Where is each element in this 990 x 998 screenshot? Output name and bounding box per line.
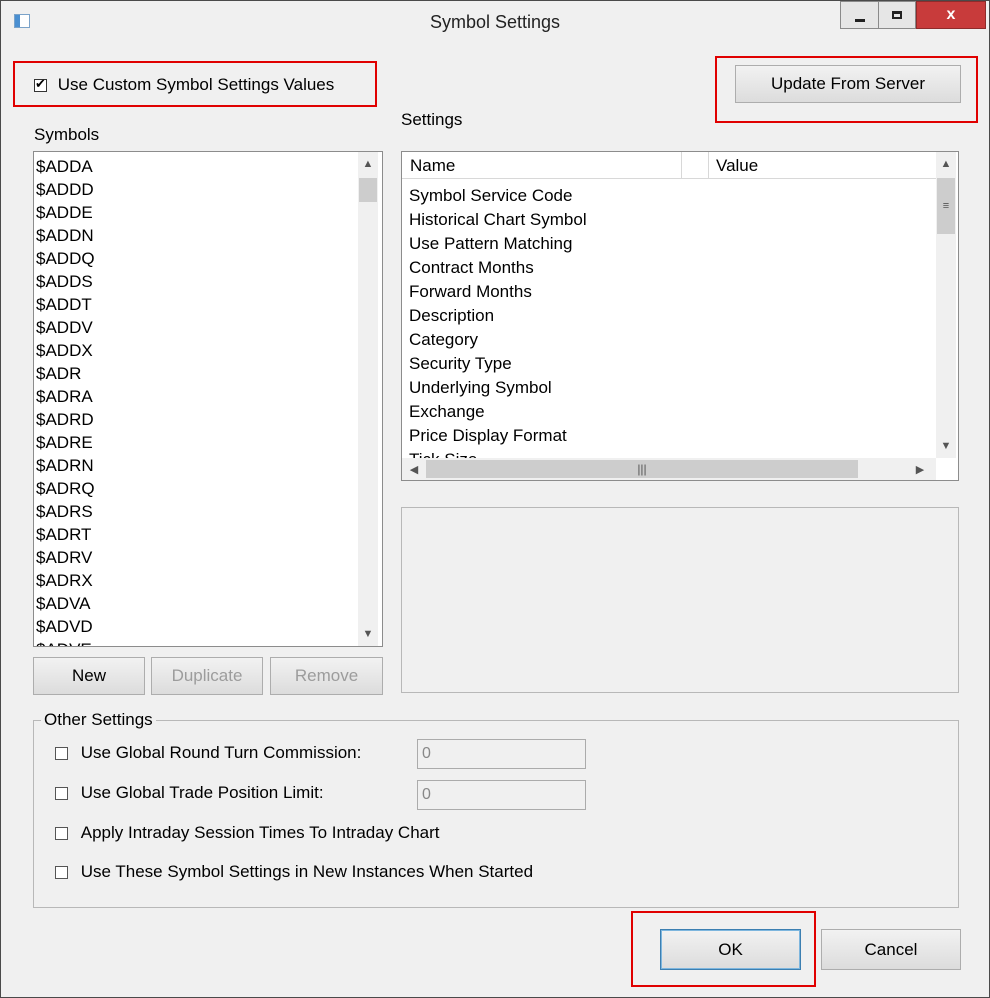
symbols-scrollbar[interactable]: ▲ ▼ bbox=[358, 152, 378, 646]
custom-settings-checkbox[interactable] bbox=[34, 76, 47, 93]
close-button[interactable]: x bbox=[916, 1, 986, 29]
symbol-list-item[interactable]: $ADRA bbox=[34, 385, 358, 408]
column-header-name[interactable]: Name bbox=[410, 156, 455, 176]
column-divider bbox=[681, 152, 682, 178]
settings-vscrollbar[interactable]: ▲ ≡ ▼ bbox=[936, 152, 956, 458]
symbol-settings-dialog: Symbol Settings x Use Custom Symbol Sett… bbox=[0, 0, 990, 998]
intraday-session-checkbox[interactable] bbox=[55, 827, 68, 841]
column-header-value[interactable]: Value bbox=[716, 156, 758, 176]
scroll-left-icon[interactable]: ◀ bbox=[404, 459, 424, 479]
symbol-list-item[interactable]: $ADRT bbox=[34, 523, 358, 546]
trade-position-limit-checkbox[interactable] bbox=[55, 787, 68, 801]
settings-row[interactable]: Security Type bbox=[402, 352, 936, 376]
settings-row[interactable]: Underlying Symbol bbox=[402, 376, 936, 400]
title-bar[interactable]: Symbol Settings x bbox=[1, 1, 989, 43]
settings-row[interactable]: Use Pattern Matching bbox=[402, 232, 936, 256]
symbol-list-item[interactable]: $ADRX bbox=[34, 569, 358, 592]
settings-row[interactable]: Historical Chart Symbol bbox=[402, 208, 936, 232]
update-from-server-button[interactable]: Update From Server bbox=[735, 65, 961, 103]
minimize-button[interactable] bbox=[840, 1, 878, 29]
custom-settings-checkbox-row[interactable]: Use Custom Symbol Settings Values bbox=[34, 75, 334, 95]
symbol-list-item[interactable]: $ADRD bbox=[34, 408, 358, 431]
symbols-label: Symbols bbox=[34, 125, 100, 144]
symbol-list-item[interactable]: $ADDT bbox=[34, 293, 358, 316]
symbols-scroll-thumb[interactable] bbox=[359, 178, 377, 202]
symbol-list-item[interactable]: $ADVD bbox=[34, 615, 358, 638]
scroll-up-icon[interactable]: ▲ bbox=[358, 154, 378, 174]
scroll-up-icon[interactable]: ▲ bbox=[936, 154, 956, 174]
settings-row[interactable]: Price Display Format bbox=[402, 424, 936, 448]
intraday-session-label: Apply Intraday Session Times To Intraday… bbox=[80, 823, 440, 842]
minimize-icon bbox=[854, 18, 865, 22]
symbol-list-item[interactable]: $ADDN bbox=[34, 224, 358, 247]
round-turn-commission-row[interactable]: Use Global Round Turn Commission: bbox=[55, 743, 361, 763]
symbol-list-item[interactable]: $ADDE bbox=[34, 201, 358, 224]
intraday-session-row[interactable]: Apply Intraday Session Times To Intraday… bbox=[55, 823, 440, 843]
settings-row[interactable]: Symbol Service Code bbox=[402, 184, 936, 208]
symbol-list-item[interactable]: $ADR bbox=[34, 362, 358, 385]
settings-label: Settings bbox=[401, 110, 463, 129]
settings-header: Name Value bbox=[402, 152, 936, 179]
other-settings-label: Other Settings bbox=[41, 710, 156, 730]
symbol-list-item[interactable]: $ADDV bbox=[34, 316, 358, 339]
symbol-list-item[interactable]: $ADRV bbox=[34, 546, 358, 569]
symbol-list-item[interactable]: $ADVA bbox=[34, 592, 358, 615]
settings-row[interactable]: Contract Months bbox=[402, 256, 936, 280]
remove-button[interactable]: Remove bbox=[270, 657, 383, 695]
symbol-list-item[interactable]: $ADRN bbox=[34, 454, 358, 477]
maximize-button[interactable] bbox=[878, 1, 916, 29]
symbol-list-item[interactable]: $ADRE bbox=[34, 431, 358, 454]
settings-scroll-thumb[interactable]: ≡ bbox=[937, 178, 955, 234]
settings-row[interactable]: Exchange bbox=[402, 400, 936, 424]
symbol-list-item[interactable]: $ADDD bbox=[34, 178, 358, 201]
settings-rows: Symbol Service Code Historical Chart Symb… bbox=[402, 184, 936, 460]
cancel-button[interactable]: Cancel bbox=[821, 929, 961, 970]
maximize-icon bbox=[892, 11, 902, 19]
symbol-list-item[interactable]: $ADVE bbox=[34, 638, 358, 646]
symbols-list[interactable]: $ADDA $ADDD $ADDE $ADDN $ADDQ $ADDS $ADDT $ADDV… bbox=[33, 151, 383, 647]
close-icon: x bbox=[946, 6, 956, 23]
trade-position-limit-label: Use Global Trade Position Limit: bbox=[80, 783, 324, 802]
duplicate-button[interactable]: Duplicate bbox=[151, 657, 263, 695]
settings-row[interactable]: Description bbox=[402, 304, 936, 328]
settings-row[interactable]: Forward Months bbox=[402, 280, 936, 304]
settings-row[interactable]: Category bbox=[402, 328, 936, 352]
settings-hscroll-thumb[interactable]: ||| bbox=[426, 460, 858, 478]
column-divider bbox=[708, 152, 709, 178]
symbol-list-item[interactable]: $ADDQ bbox=[34, 247, 358, 270]
ok-button[interactable]: OK bbox=[660, 929, 801, 970]
scroll-down-icon[interactable]: ▼ bbox=[936, 436, 956, 456]
symbol-list-item[interactable]: $ADDA bbox=[34, 155, 358, 178]
trade-position-limit-row[interactable]: Use Global Trade Position Limit: bbox=[55, 783, 324, 803]
symbol-list-item[interactable]: $ADDX bbox=[34, 339, 358, 362]
settings-description-panel bbox=[401, 507, 959, 693]
round-turn-commission-checkbox[interactable] bbox=[55, 747, 68, 761]
symbol-list-item[interactable]: $ADRS bbox=[34, 500, 358, 523]
new-instances-row[interactable]: Use These Symbol Settings in New Instanc… bbox=[55, 862, 533, 882]
symbol-list-item[interactable]: $ADDS bbox=[34, 270, 358, 293]
new-instances-checkbox[interactable] bbox=[55, 866, 68, 880]
trade-position-limit-field[interactable]: 0 bbox=[417, 780, 586, 810]
scroll-right-icon[interactable]: ▶ bbox=[910, 459, 930, 479]
new-instances-label: Use These Symbol Settings in New Instanc… bbox=[80, 862, 534, 881]
settings-grid[interactable]: Name Value Symbol Service Code Historical… bbox=[401, 151, 959, 481]
scroll-down-icon[interactable]: ▼ bbox=[358, 624, 378, 644]
round-turn-commission-label: Use Global Round Turn Commission: bbox=[80, 743, 362, 762]
round-turn-commission-field[interactable]: 0 bbox=[417, 739, 586, 769]
symbols-list-items: $ADDA $ADDD $ADDE $ADDN $ADDQ $ADDS $ADDT $ADDV… bbox=[34, 155, 358, 646]
symbol-list-item[interactable]: $ADRQ bbox=[34, 477, 358, 500]
settings-hscrollbar[interactable]: ◀ ||| ▶ bbox=[402, 458, 936, 480]
custom-settings-label: Use Custom Symbol Settings Values bbox=[57, 75, 335, 94]
new-button[interactable]: New bbox=[33, 657, 145, 695]
